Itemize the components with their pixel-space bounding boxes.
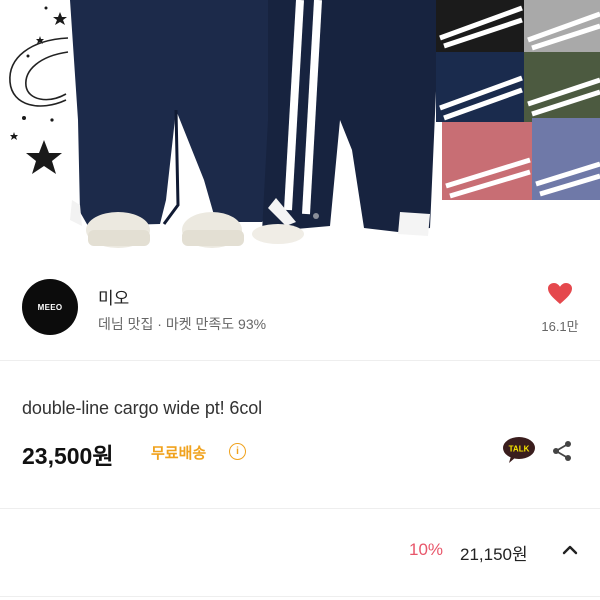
- share-button[interactable]: [551, 440, 573, 467]
- kakao-talk-button[interactable]: TALK: [502, 436, 536, 469]
- discount-rate: 10%: [409, 540, 444, 559]
- divider: [0, 596, 600, 597]
- swirl-doodle: [9, 37, 69, 107]
- star-icon: [53, 12, 67, 25]
- seller-name[interactable]: 미오: [98, 284, 129, 309]
- color-options-collage: [436, 0, 600, 200]
- discounted-price: 21,150원: [460, 545, 528, 564]
- like-button[interactable]: 16.1만: [538, 282, 582, 335]
- share-icon: [553, 441, 571, 461]
- like-count: 16.1만: [541, 319, 579, 334]
- info-icon[interactable]: i: [229, 443, 246, 460]
- product-photo: [9, 0, 600, 248]
- star-icon: [26, 140, 62, 174]
- divider: [0, 508, 600, 509]
- expand-button[interactable]: [561, 541, 579, 564]
- divider: [0, 360, 600, 361]
- navy-pants-left: [70, 0, 272, 248]
- seller-description: 데님 맛집 · 마켓 만족도 93%: [98, 316, 267, 332]
- seller-avatar[interactable]: MEEO: [22, 279, 78, 335]
- product-title: double-line cargo wide pt! 6col: [22, 398, 263, 418]
- star-icon: [10, 132, 18, 140]
- free-shipping-badge: 무료배송: [151, 445, 207, 462]
- chevron-up-icon: [562, 545, 578, 555]
- product-price: 23,500원: [22, 443, 114, 469]
- svg-text:TALK: TALK: [509, 445, 530, 454]
- seller-row[interactable]: [0, 262, 600, 360]
- kakao-talk-icon: TALK: [503, 437, 535, 463]
- star-doodles: [10, 6, 67, 174]
- striped-pants-right: [252, 0, 440, 244]
- heart-icon: [548, 283, 572, 304]
- product-image[interactable]: [0, 0, 600, 262]
